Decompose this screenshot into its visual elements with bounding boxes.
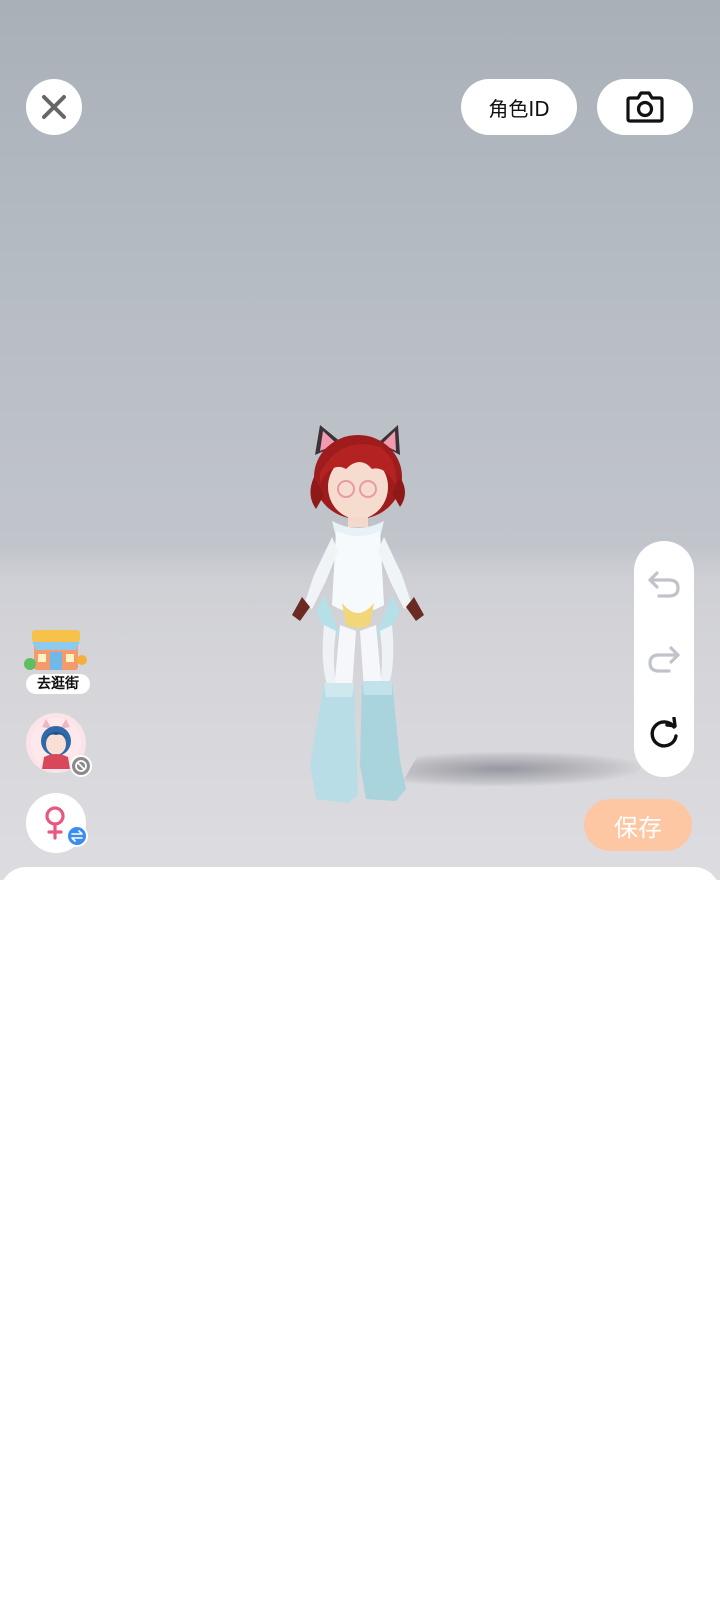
undo-button[interactable] <box>642 562 686 606</box>
no-entry-icon <box>75 760 87 772</box>
go-shopping-button[interactable]: 去逛街 <box>24 624 90 694</box>
avatar-button[interactable] <box>26 713 92 777</box>
swap-icon <box>71 830 83 842</box>
gender-switch-button[interactable] <box>26 793 88 853</box>
avatar-hidden-badge <box>70 755 92 777</box>
avatar-3d-viewport[interactable]: 角色ID 去逛街 保存 <box>0 0 720 880</box>
close-icon <box>42 95 66 119</box>
save-button[interactable]: 保存 <box>584 799 692 851</box>
role-id-label: 角色ID <box>488 96 550 121</box>
edit-tool-panel <box>634 541 694 777</box>
undo-icon <box>648 571 680 598</box>
reset-icon <box>650 716 678 748</box>
close-button[interactable] <box>26 79 82 135</box>
redo-button[interactable] <box>642 637 686 681</box>
shop-icon <box>24 630 87 670</box>
gender-switch-badge <box>66 825 88 847</box>
reset-button[interactable] <box>642 712 686 756</box>
save-label: 保存 <box>614 813 662 842</box>
camera-button[interactable] <box>597 79 693 135</box>
go-shopping-label: 去逛街 <box>26 674 90 694</box>
avatar-character-model[interactable] <box>280 425 440 825</box>
camera-icon <box>626 91 664 123</box>
role-id-button[interactable]: 角色ID <box>461 79 577 135</box>
bottom-sheet <box>0 867 720 1600</box>
redo-icon <box>648 646 680 673</box>
